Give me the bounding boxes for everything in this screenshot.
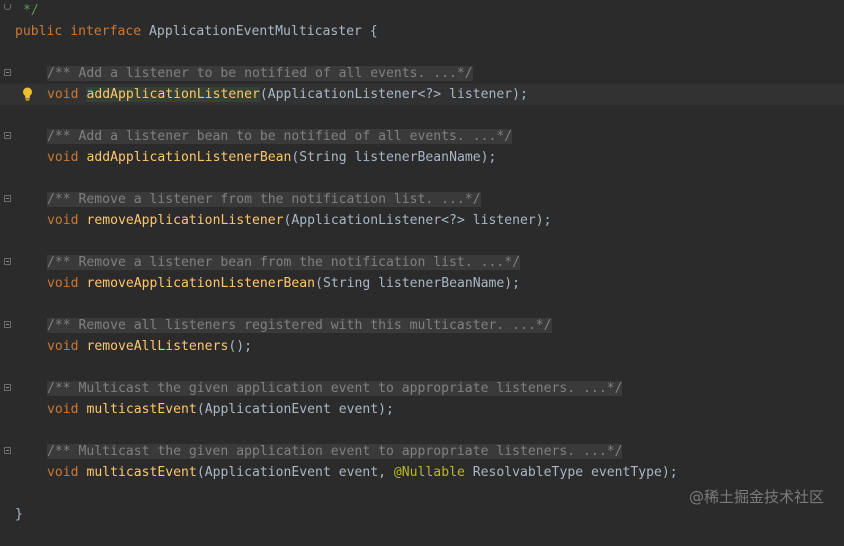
- method-params: (String listenerBeanName);: [291, 150, 497, 165]
- method-signature-line: void addApplicationListenerBean(String l…: [0, 147, 844, 168]
- method-doc-line: /** Multicast the given application even…: [0, 378, 844, 399]
- return-type: void: [47, 465, 79, 480]
- fold-end-icon[interactable]: [4, 4, 11, 13]
- method-params-part-b: ResolvableType eventType);: [464, 465, 678, 480]
- method-doc-line: /** Remove a listener from the notificat…: [0, 189, 844, 210]
- close-brace: }: [15, 507, 23, 522]
- nullable-annotation: @Nullable: [393, 465, 465, 480]
- method-signature-line: void addApplicationListener(ApplicationL…: [0, 84, 844, 105]
- method-params: (ApplicationEvent event);: [196, 402, 394, 417]
- method-name[interactable]: removeAllListeners: [86, 339, 228, 354]
- method-params: (ApplicationListener<?> listener);: [283, 213, 552, 228]
- method-doc-line: /** Multicast the given application even…: [0, 441, 844, 462]
- interface-name: ApplicationEventMulticaster: [149, 24, 362, 39]
- fold-icon[interactable]: [4, 384, 11, 391]
- keyword-interface: interface: [70, 24, 142, 39]
- method-name[interactable]: multicastEvent: [86, 465, 196, 480]
- fold-icon[interactable]: [4, 195, 11, 202]
- method-params: (String listenerBeanName);: [315, 276, 521, 291]
- method-name[interactable]: multicastEvent: [86, 402, 196, 417]
- keyword-public: public: [15, 24, 63, 39]
- method-signature-line: void removeApplicationListenerBean(Strin…: [0, 273, 844, 294]
- fold-icon[interactable]: [4, 258, 11, 265]
- return-type: void: [47, 339, 79, 354]
- method-doc-line: /** Add a listener to be notified of all…: [0, 63, 844, 84]
- method-signature-line: void multicastEvent(ApplicationEvent eve…: [0, 462, 844, 483]
- method-doc-line: /** Remove all listeners registered with…: [0, 315, 844, 336]
- fold-icon[interactable]: [4, 447, 11, 454]
- folded-doc-comment[interactable]: /** Add a listener bean to be notified o…: [47, 129, 513, 144]
- method-name[interactable]: addApplicationListenerBean: [86, 150, 291, 165]
- return-type: void: [47, 402, 79, 417]
- return-type: void: [47, 150, 79, 165]
- interface-declaration-line: public interface ApplicationEventMultica…: [0, 21, 844, 42]
- fold-icon[interactable]: [4, 132, 11, 139]
- method-params-part-a: (ApplicationEvent event,: [196, 465, 394, 480]
- method-signature-line: void removeAllListeners();: [0, 336, 844, 357]
- method-params: (ApplicationListener<?> listener);: [259, 87, 528, 102]
- return-type: void: [47, 213, 79, 228]
- method-name[interactable]: removeApplicationListenerBean: [86, 276, 315, 291]
- lightbulb-icon[interactable]: [22, 87, 33, 102]
- method-doc-line: /** Remove a listener bean from the noti…: [0, 252, 844, 273]
- closing-brace-line: }: [0, 504, 844, 525]
- method-params: ();: [228, 339, 252, 354]
- folded-doc-comment[interactable]: /** Remove a listener from the notificat…: [47, 192, 481, 207]
- method-doc-line: /** Add a listener bean to be notified o…: [0, 126, 844, 147]
- return-type: void: [47, 87, 79, 102]
- comment-end: */: [23, 3, 39, 18]
- folded-doc-comment[interactable]: /** Remove all listeners registered with…: [47, 318, 552, 333]
- open-brace: {: [369, 24, 378, 39]
- fold-icon[interactable]: [4, 69, 11, 76]
- fold-icon[interactable]: [4, 321, 11, 328]
- doc-comment-end-line: */: [0, 0, 844, 21]
- folded-doc-comment[interactable]: /** Multicast the given application even…: [47, 381, 623, 396]
- return-type: void: [47, 276, 79, 291]
- watermark: @稀土掘金技术社区: [688, 488, 824, 506]
- method-name[interactable]: removeApplicationListener: [86, 213, 283, 228]
- method-signature-line: void multicastEvent(ApplicationEvent eve…: [0, 399, 844, 420]
- method-name[interactable]: addApplicationListener: [86, 87, 260, 102]
- method-signature-line: void removeApplicationListener(Applicati…: [0, 210, 844, 231]
- folded-doc-comment[interactable]: /** Multicast the given application even…: [47, 444, 623, 459]
- folded-doc-comment[interactable]: /** Add a listener to be notified of all…: [47, 66, 473, 81]
- folded-doc-comment[interactable]: /** Remove a listener bean from the noti…: [47, 255, 520, 270]
